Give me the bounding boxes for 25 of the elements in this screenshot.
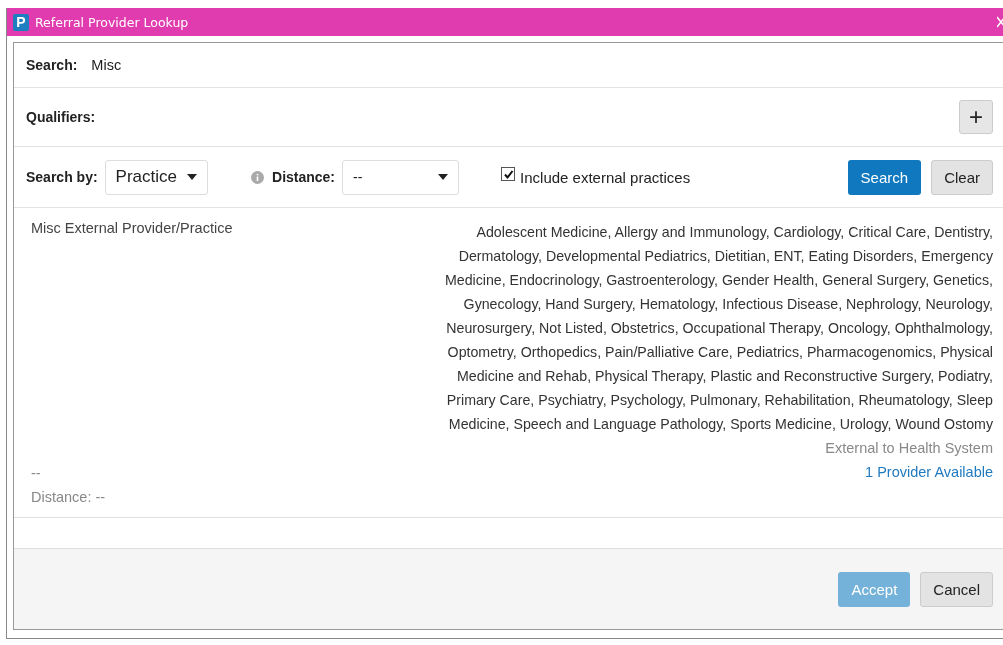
- distance-dropdown[interactable]: --: [342, 159, 460, 195]
- search-value: Misc: [91, 57, 122, 73]
- search-button[interactable]: Search: [847, 159, 922, 195]
- provider-address: --: [31, 464, 42, 483]
- qualifiers-label: Qualifiers:: [26, 109, 96, 125]
- providers-link[interactable]: 1 Provider Available: [865, 460, 993, 484]
- search-label: Search:: [26, 57, 78, 73]
- cancel-button[interactable]: Cancel: [920, 571, 993, 607]
- add-qualifier-button[interactable]: +: [959, 100, 993, 134]
- affiliation-text: External to Health System: [825, 439, 993, 458]
- specialties-text: Adolescent Medicine, Allergy and Immunology, Cardiology, Critical Care, Dentistry, Dermatology, Developmental Pediatrics, Dietitian, ENT, Eating Disorders, Emergency Medicine, Endocrinology, Gastroenterology, Gender Health, General Surgery, Genetics, Gynecology, Hand Surgery, Hematology, Infectious Disease, Nephrology, Neurology, Neurosurgery, Not Listed, Obstetrics, Occupational Therapy, Oncology, Ophthalmology, Optometry, Orthopedics, Pain/Palliative Care, Pediatrics, Pharmacogenomics, Physical Medicine and Rehab, Physical Therapy, Plastic and Reconstructive Surgery, Podiatry, Primary Care, Psychiatry, Psychology, Pulmonary, Rehabilitation, Rheumatology, Sleep Medicine, Speech and Language Pathology, Sports Medicine, Urology, Wound Ostomy: [443, 223, 993, 434]
- provider-distance: Distance: --: [31, 488, 107, 507]
- include-external-checkbox[interactable]: [501, 167, 516, 181]
- distance-label: Distance:: [272, 169, 336, 185]
- caret-icon: [187, 174, 197, 180]
- info-icon: [251, 170, 264, 184]
- close-icon[interactable]: [997, 16, 1003, 28]
- caret-icon: [438, 174, 449, 180]
- search-by-label: Search by:: [26, 169, 98, 185]
- clear-button[interactable]: Clear: [931, 159, 993, 195]
- include-external-label: Include external practices: [520, 168, 691, 186]
- window-title: Referral Provider Lookup: [35, 14, 190, 30]
- app-logo: P: [13, 13, 29, 31]
- provider-name[interactable]: Misc External Provider/Practice: [31, 220, 233, 461]
- search-by-dropdown[interactable]: Practice: [104, 159, 208, 195]
